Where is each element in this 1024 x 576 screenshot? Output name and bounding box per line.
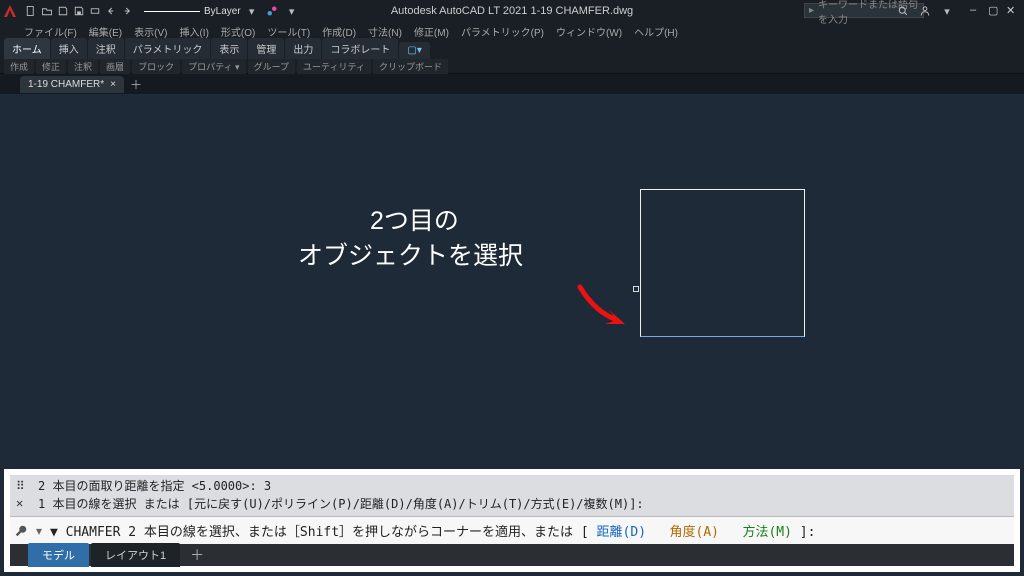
menu-modify[interactable]: 修正(M) [414,24,449,39]
quick-access-toolbar [24,4,134,18]
menu-insert[interactable]: 挿入(I) [179,24,208,39]
panel-create[interactable]: 作成 [4,59,34,74]
cmd-close-icon[interactable]: ✕ [16,495,30,509]
cmd-opt-method[interactable]: 方法(M) [742,525,791,540]
file-tab-close-icon[interactable]: × [110,79,116,90]
ribbon-tab-home[interactable]: ホーム [4,38,50,59]
panel-layers[interactable]: 画層 [100,59,130,74]
panel-block[interactable]: ブロック [132,59,180,74]
command-history: ⠿ ✕ 2 本目の面取り距離を指定 <5.0000>: 3 1 本目の線を選択 … [10,475,1014,516]
annotation-arrow-icon [575,282,635,335]
panel-props[interactable]: プロパティ ▾ [182,59,245,74]
ribbon-tab-output[interactable]: 出力 [285,38,321,59]
cmd-opt-angle[interactable]: 角度(A) [670,525,719,540]
minimize-icon[interactable]: – [970,4,984,18]
help-icon[interactable]: ▾ [940,4,954,18]
menu-window[interactable]: ウィンドウ(W) [556,24,622,39]
file-tab-add-icon[interactable]: ＋ [130,76,142,93]
layer-selector[interactable]: ByLayer ▾ [144,4,259,18]
file-tab-label: 1-19 CHAMFER* [28,79,104,90]
cmd-history-line-1: 2 本目の面取り距離を指定 <5.0000>: 3 [38,478,1010,495]
ribbon-panel-bar: 作成 修正 注釈 画層 ブロック プロパティ ▾ グループ ユーティリティ クリ… [0,59,1024,74]
model-tab-bar: モデル レイアウト1 ＋ [10,544,1014,566]
save-icon[interactable] [56,4,70,18]
menu-format[interactable]: 形式(O) [221,24,255,39]
cmd-handle-icon[interactable]: ⠿ [16,478,30,492]
app-logo-icon[interactable] [2,3,18,19]
qat-dropdown-icon[interactable]: ▾ [285,4,299,18]
model-tab-model[interactable]: モデル [28,543,89,567]
wrench-icon[interactable] [14,524,28,538]
layer-swatch [144,11,200,12]
search-icon[interactable] [896,4,910,18]
panel-utility[interactable]: ユーティリティ [297,59,371,74]
command-input-row[interactable]: ▾ ▼ CHAMFER 2 本目の線を選択、または［Shift］を押しながらコー… [10,516,1014,544]
ribbon-tab-apps[interactable]: ▢▾ [399,42,429,59]
drawing-rectangle[interactable] [640,189,805,337]
saveas-icon[interactable] [72,4,86,18]
menu-param[interactable]: パラメトリック(P) [461,24,544,39]
layer-name: ByLayer [204,6,241,17]
cmd-dropdown-icon[interactable]: ▾ [32,524,46,538]
file-tab-bar: 1-19 CHAMFER* × ＋ [0,74,1024,94]
dropdown-icon[interactable]: ▾ [245,4,259,18]
model-tab-layout1[interactable]: レイアウト1 [91,543,180,567]
file-tab-active[interactable]: 1-19 CHAMFER* × [20,76,124,93]
plot-icon[interactable] [88,4,102,18]
menu-view[interactable]: 表示(V) [134,24,167,39]
annotation-line1: 2つ目の [370,204,459,239]
signin-icon[interactable] [918,4,932,18]
ribbon-tab-view[interactable]: 表示 [211,38,247,59]
command-panel-callout: ⠿ ✕ 2 本目の面取り距離を指定 <5.0000>: 3 1 本目の線を選択 … [4,469,1020,572]
open-icon[interactable] [40,4,54,18]
ribbon-tab-annotate[interactable]: 注釈 [88,38,124,59]
menu-tools[interactable]: ツール(T) [267,24,310,39]
cmd-prompt-tail: ]: [800,525,816,540]
cmd-prompt-lead: ▼ CHAMFER 2 本目の線を選択、または［Shift］を押しながらコーナー… [50,525,589,540]
model-tab-add-icon[interactable]: ＋ [182,545,212,565]
redo-icon[interactable] [120,4,134,18]
undo-icon[interactable] [104,4,118,18]
command-panel: ⠿ ✕ 2 本目の面取り距離を指定 <5.0000>: 3 1 本目の線を選択 … [10,475,1014,544]
close-icon[interactable]: ✕ [1006,4,1020,18]
match-props-icon[interactable] [265,4,279,18]
cmd-opt-distance[interactable]: 距離(D) [597,525,646,540]
ribbon-tab-insert[interactable]: 挿入 [51,38,87,59]
ribbon-tab-bar: ホーム 挿入 注釈 パラメトリック 表示 管理 出力 コラボレート ▢▾ [0,40,1024,59]
ribbon-tab-collab[interactable]: コラボレート [322,38,398,59]
annotation-line2: オブジェクトを選択 [298,239,523,274]
panel-group[interactable]: グループ [248,59,295,74]
maximize-icon[interactable]: ▢ [988,4,1002,18]
ribbon-tab-manage[interactable]: 管理 [248,38,284,59]
menu-file[interactable]: ファイル(F) [24,24,77,39]
menu-dim[interactable]: 寸法(N) [368,24,402,39]
menu-help[interactable]: ヘルプ(H) [634,24,678,39]
panel-annotate[interactable]: 注釈 [68,59,98,74]
panel-modify[interactable]: 修正 [36,59,66,74]
command-prompt[interactable]: ▼ CHAMFER 2 本目の線を選択、または［Shift］を押しながらコーナー… [50,521,1010,540]
cmd-history-line-2: 1 本目の線を選択 または [元に戻す(U)/ポリライン(P)/距離(D)/角度… [38,496,1010,513]
window-title: Autodesk AutoCAD LT 2021 1-19 CHAMFER.dw… [391,5,633,17]
menu-draw[interactable]: 作成(D) [322,24,356,39]
new-icon[interactable] [24,4,38,18]
ribbon-tab-parametric[interactable]: パラメトリック [125,38,211,59]
title-right-controls: ▾ – ▢ ✕ [896,4,1020,18]
title-bar: ByLayer ▾ ▾ Autodesk AutoCAD LT 2021 1-1… [0,0,1024,22]
panel-clipboard[interactable]: クリップボード [373,59,448,74]
menu-edit[interactable]: 編集(E) [89,24,122,39]
